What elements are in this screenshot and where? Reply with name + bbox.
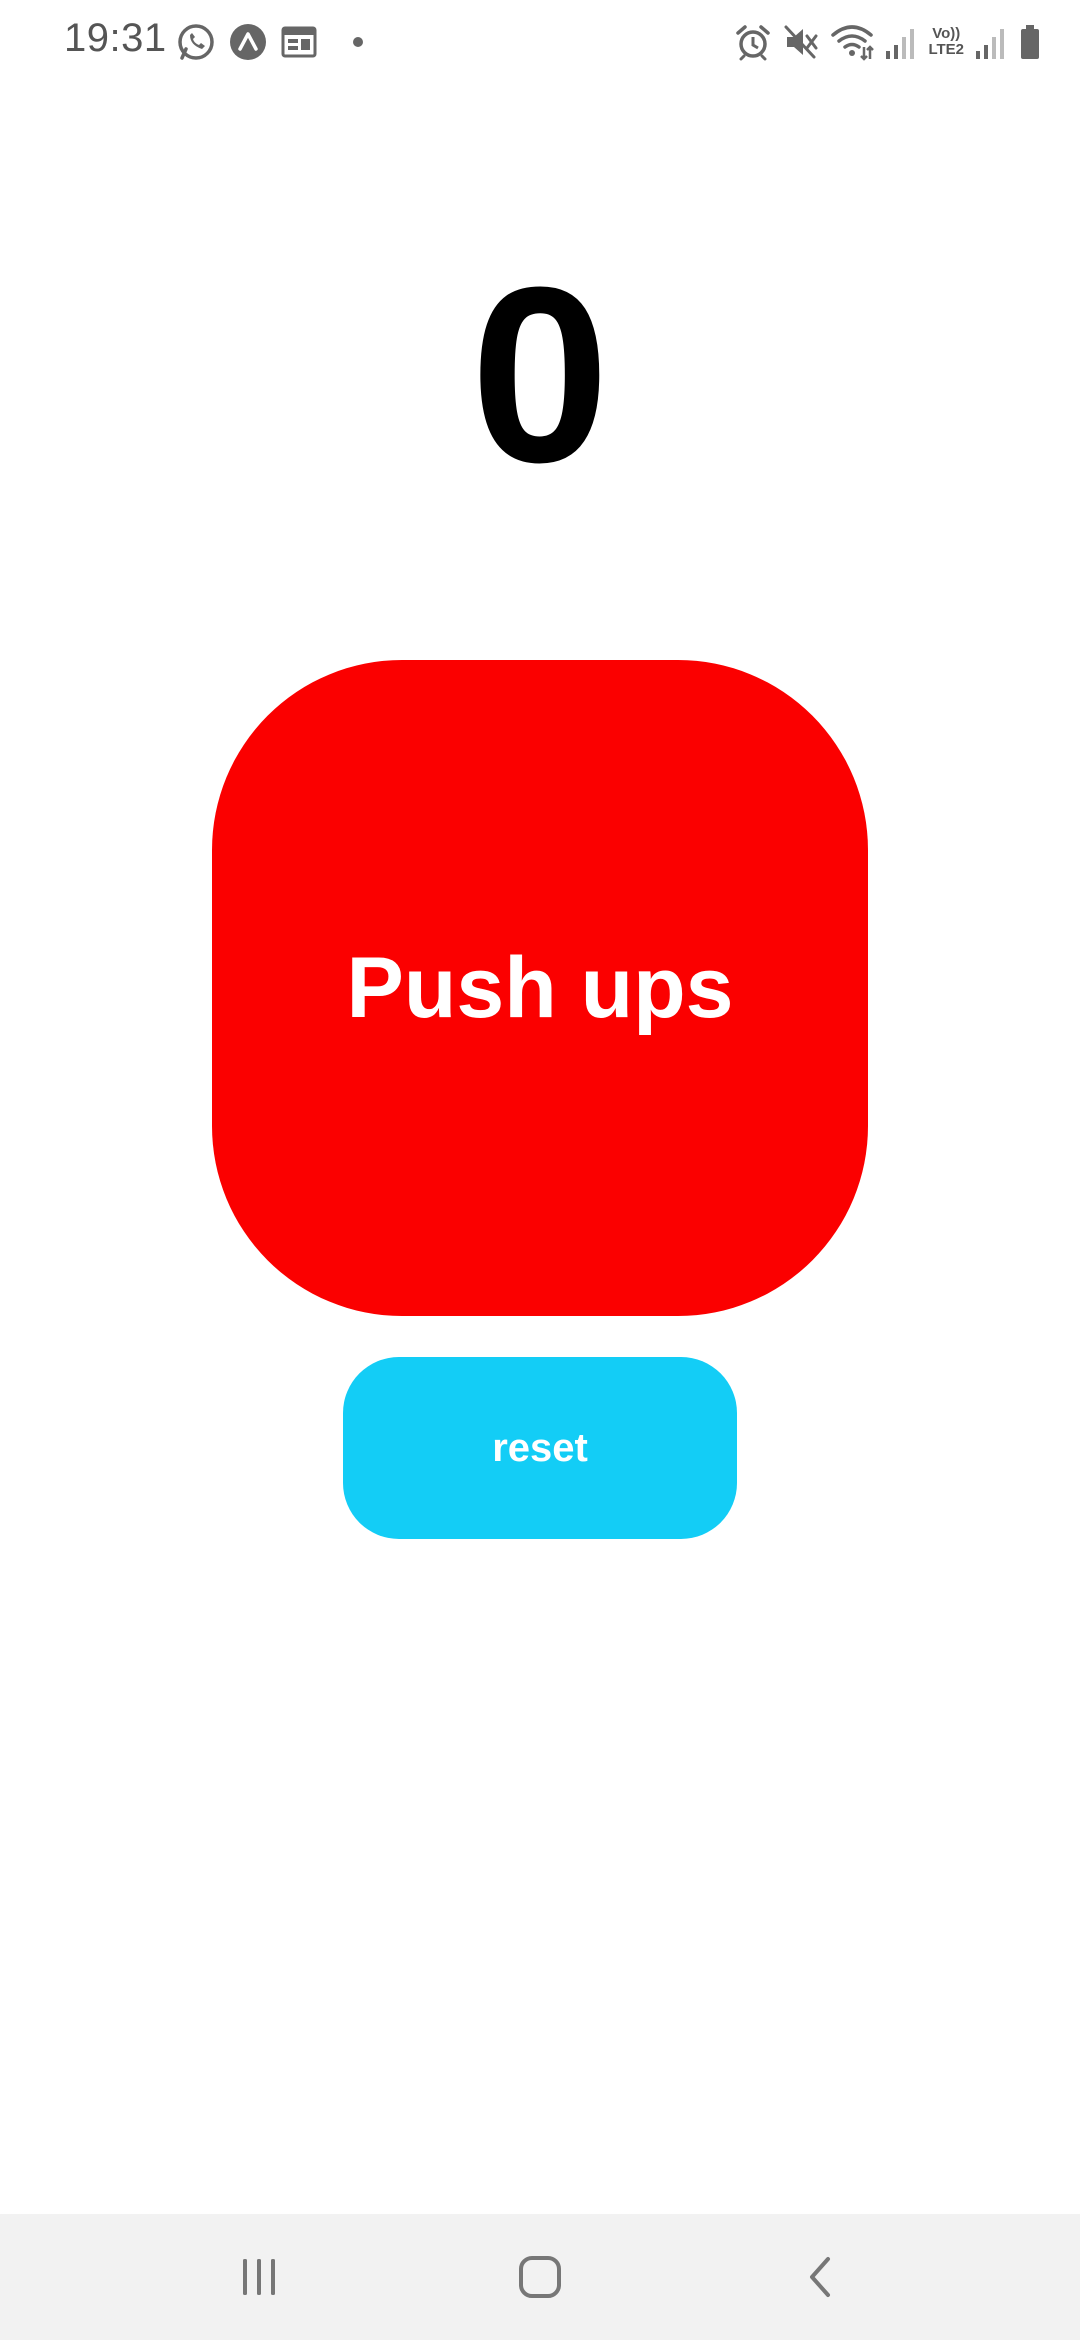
status-time: 19:31 — [64, 16, 167, 60]
battery-icon — [1021, 25, 1039, 59]
whatsapp-icon — [178, 24, 214, 60]
status-bar: 19:31 Vo)) LTE2 — [0, 0, 1080, 84]
alarm-icon — [736, 25, 771, 61]
pushups-button[interactable]: Push ups — [212, 660, 868, 1316]
volte-bottom-text: LTE2 — [928, 41, 964, 58]
reset-button-label: reset — [492, 1425, 588, 1470]
recents-icon — [243, 2259, 275, 2295]
navigation-bar — [0, 2214, 1080, 2340]
calendar-icon — [281, 26, 317, 58]
status-left-icons — [176, 22, 370, 62]
home-button[interactable] — [440, 2214, 640, 2340]
status-right-icons: Vo)) LTE2 — [734, 20, 1042, 64]
back-button[interactable] — [720, 2214, 920, 2340]
back-icon — [810, 2257, 830, 2297]
signal-icon — [976, 29, 1004, 59]
reset-button[interactable]: reset — [343, 1357, 737, 1539]
notification-dot-icon — [353, 37, 363, 47]
wifi-icon — [831, 25, 875, 61]
volte-lte2-icon: Vo)) LTE2 — [928, 26, 964, 58]
volte-top-text: Vo)) — [932, 25, 961, 42]
pushup-counter: 0 — [470, 235, 610, 514]
mute-icon — [784, 25, 818, 59]
recents-button[interactable] — [159, 2214, 359, 2340]
expo-icon — [230, 24, 266, 60]
pushups-button-label: Push ups — [346, 939, 734, 1036]
home-icon — [519, 2256, 561, 2298]
signal-icon — [886, 29, 915, 59]
